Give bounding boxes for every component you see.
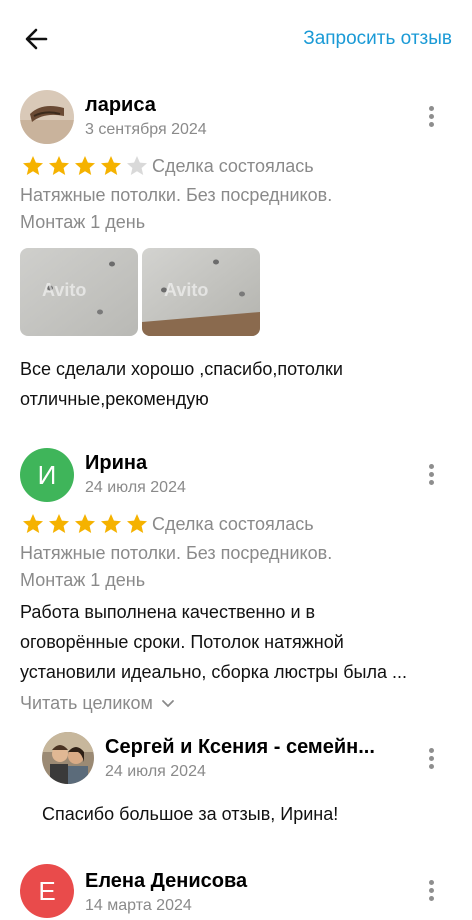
more-menu-button[interactable] <box>426 880 436 904</box>
review-card: Е Елена Денисова 14 марта 2024 <box>0 0 472 920</box>
review-date: 14 марта 2024 <box>85 897 192 914</box>
avatar[interactable]: Е <box>20 864 74 918</box>
review-author[interactable]: Елена Денисова <box>85 870 247 893</box>
avatar-letter: Е <box>38 875 56 906</box>
